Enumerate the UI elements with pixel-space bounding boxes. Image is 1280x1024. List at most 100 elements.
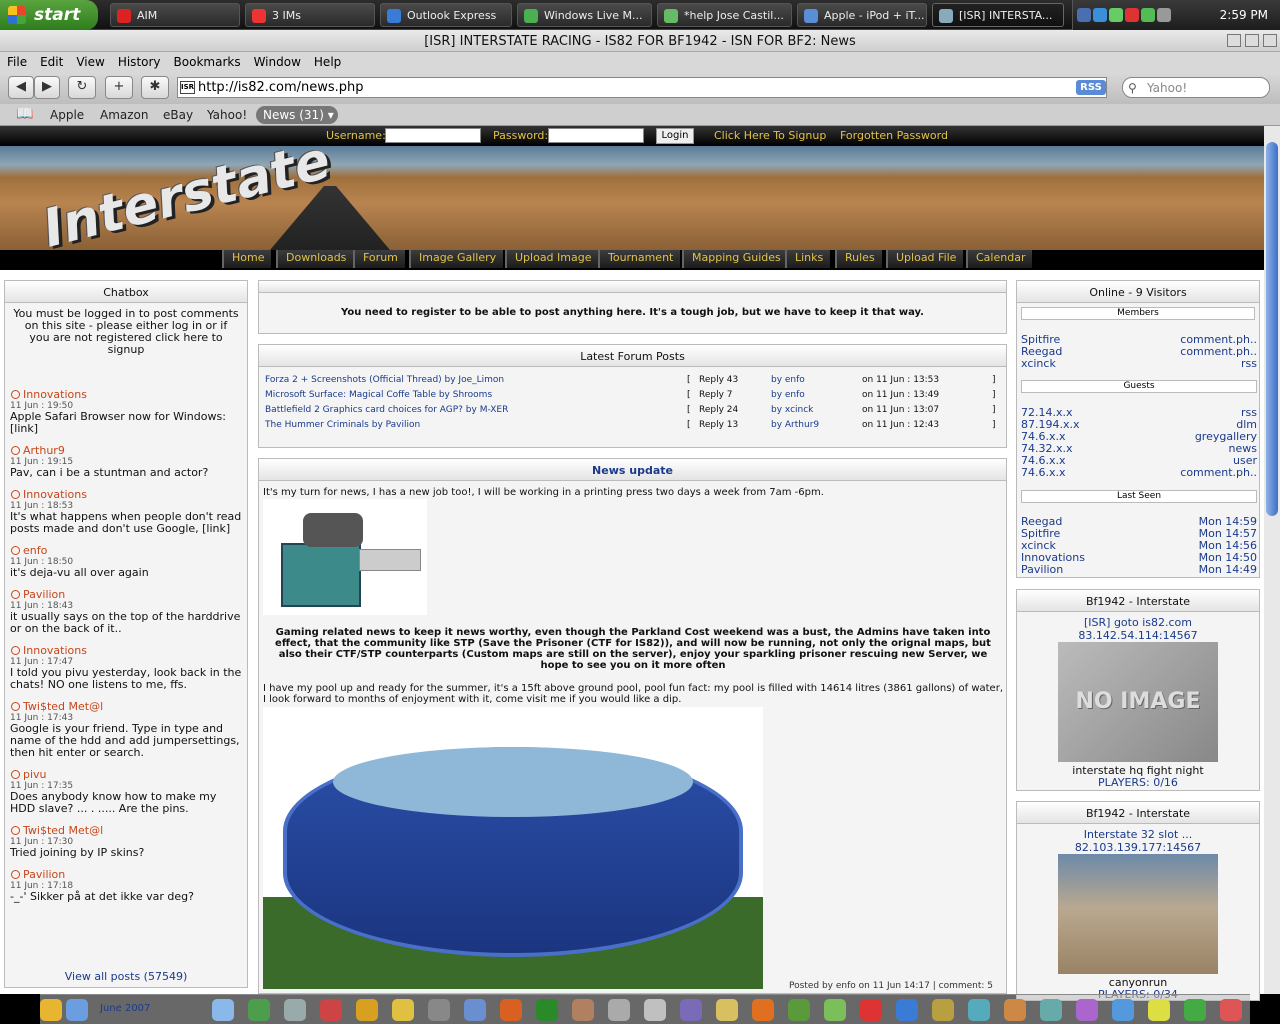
dock-app-icon[interactable] [1112,999,1134,1021]
menu-file[interactable]: File [0,52,33,69]
nav-calendar[interactable]: Calendar [966,250,1033,268]
dock-app-icon[interactable] [824,999,846,1021]
address-bar[interactable]: ISR http://is82.com/news.php [177,77,1107,98]
forum-thread-link[interactable]: Battlefield 2 Graphics card choices for … [265,405,508,415]
dock-app-icon[interactable] [1076,999,1098,1021]
view-all-posts-link[interactable]: View all posts (57549) [5,970,247,983]
taskbar-aim[interactable]: AIM [110,3,240,27]
chat-author[interactable]: Innovations [10,644,242,657]
dock-app-icon[interactable] [932,999,954,1021]
rss-button[interactable]: RSS [1076,80,1106,95]
menu-view[interactable]: View [69,52,110,69]
search-input[interactable]: Yahoo! [1122,77,1270,98]
forum-last-user[interactable]: by xcinck [771,405,813,415]
dock-app-icon[interactable] [40,999,62,1021]
visitor-name[interactable]: Pavilion [1021,563,1063,576]
menu-edit[interactable]: Edit [33,52,69,69]
dock-app-icon[interactable] [860,999,882,1021]
server2-name[interactable]: Interstate 32 slot ... [1017,828,1259,841]
username-input[interactable] [385,128,481,143]
forgot-password-link[interactable]: Forgotten Password [840,129,948,142]
nav-mapping-guides[interactable]: Mapping Guides [682,250,788,268]
bookmark-amazon[interactable]: Amazon [100,108,149,122]
visitor-name[interactable]: 74.6.x.x [1021,466,1066,479]
nav-upload-image[interactable]: Upload Image [505,250,599,268]
dock-app-icon[interactable] [356,999,378,1021]
dock-app-icon[interactable] [608,999,630,1021]
dock-app-icon[interactable] [716,999,738,1021]
forum-thread-link[interactable]: Microsoft Surface: Magical Coffe Table b… [265,390,492,400]
forum-last-user[interactable]: by enfo [771,375,805,385]
chat-author[interactable]: Arthur9 [10,444,242,457]
dock-app-icon[interactable] [536,999,558,1021]
forum-thread-link[interactable]: Forza 2 + Screenshots (Official Thread) … [265,375,504,385]
chat-author[interactable]: pivu [10,768,242,781]
nav-forum[interactable]: Forum [353,250,405,268]
dock-app-icon[interactable] [968,999,990,1021]
dock-app-icon[interactable] [284,999,306,1021]
dock-app-icon[interactable] [248,999,270,1021]
dock-app-icon[interactable] [680,999,702,1021]
chat-author[interactable]: Twi$ted Met@l [10,700,242,713]
dock-app-icon[interactable] [644,999,666,1021]
status-tray-icon[interactable] [1141,8,1155,22]
dock-app-icon[interactable] [428,999,450,1021]
bookmark-news-folder[interactable]: News (31) ▾ [256,106,338,124]
login-button[interactable]: Login [656,128,694,144]
taskbar-ims[interactable]: 3 IMs [245,3,375,27]
dock-app-icon[interactable] [1184,999,1206,1021]
chat-author[interactable]: Pavilion [10,588,242,601]
dock-app-icon[interactable] [212,999,234,1021]
forum-thread-link[interactable]: The Hummer Criminals by Pavilion [265,420,420,430]
dock-app-icon[interactable] [66,999,88,1021]
dock-app-icon[interactable] [896,999,918,1021]
nav-image-gallery[interactable]: Image Gallery [409,250,504,268]
chat-author[interactable]: Twi$ted Met@l [10,824,242,837]
dock-app-icon[interactable] [464,999,486,1021]
dock-app-icon[interactable] [1148,999,1170,1021]
chat-author[interactable]: Pavilion [10,868,242,881]
dock-app-icon[interactable] [1040,999,1062,1021]
bookmark-apple[interactable]: Apple [50,108,84,122]
maximize-button[interactable] [1245,34,1259,47]
taskbar-apple-ipod[interactable]: Apple - iPod + iT... [797,3,927,27]
menu-bookmarks[interactable]: Bookmarks [167,52,247,69]
signup-link[interactable]: Click Here To Signup [714,129,826,142]
bookmarks-book-icon[interactable]: 📖 [16,106,33,122]
password-input[interactable] [548,128,644,143]
nav-rules[interactable]: Rules [835,250,882,268]
back-button[interactable]: ◀ [8,76,34,99]
dock-app-icon[interactable] [752,999,774,1021]
bug-report-icon[interactable]: ✱ [141,76,169,99]
reload-icon[interactable]: ↻ [68,76,96,99]
server1-name[interactable]: [ISR] goto is82.com [1017,616,1259,629]
taskbar-outlook[interactable]: Outlook Express [380,3,512,27]
dock-app-icon[interactable] [572,999,594,1021]
dock-app-icon[interactable] [320,999,342,1021]
dock-app-icon[interactable] [500,999,522,1021]
taskbar-live-messenger[interactable]: Windows Live M... [517,3,652,27]
dock-app-icon[interactable] [392,999,414,1021]
nav-tournament[interactable]: Tournament [598,250,681,268]
forum-last-user[interactable]: by enfo [771,390,805,400]
dock-app-icon[interactable] [1004,999,1026,1021]
volume-icon[interactable] [1157,8,1171,22]
visitor-name[interactable]: xcinck [1021,357,1056,370]
bookmark-ebay[interactable]: eBay [163,108,193,122]
forward-button[interactable]: ▶ [34,76,60,99]
chat-author[interactable]: Innovations [10,488,242,501]
taskbar-isr-active[interactable]: [ISR] INTERSTA... [932,3,1064,27]
nav-upload-file[interactable]: Upload File [886,250,964,268]
minimize-button[interactable] [1227,34,1241,47]
forum-last-user[interactable]: by Arthur9 [771,420,819,430]
start-button[interactable]: start [0,0,98,30]
chat-author[interactable]: enfo [10,544,242,557]
menu-history[interactable]: History [111,52,167,69]
nav-home[interactable]: Home [222,250,272,268]
dock-app-icon[interactable] [788,999,810,1021]
messenger-tray-icon[interactable] [1109,8,1123,22]
chat-author[interactable]: Innovations [10,388,242,401]
menu-help[interactable]: Help [307,52,347,69]
close-button[interactable] [1263,34,1277,47]
menu-window[interactable]: Window [247,52,307,69]
